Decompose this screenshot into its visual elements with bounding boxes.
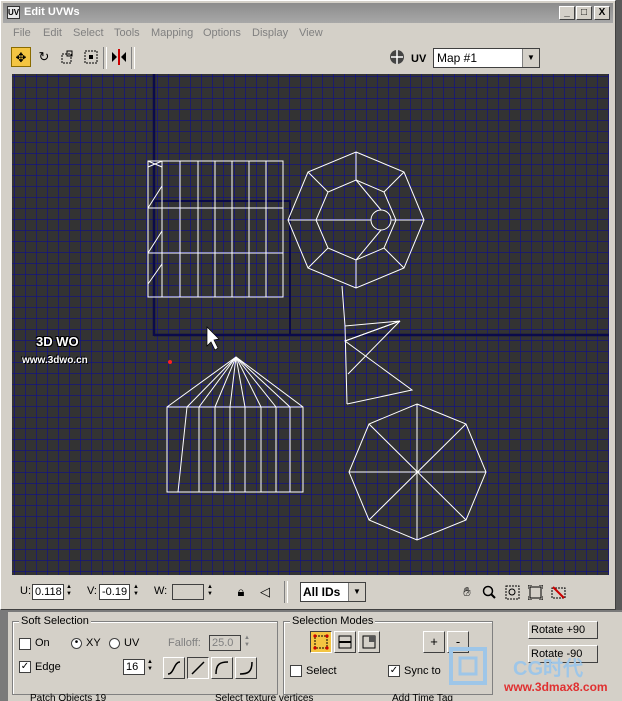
background-app-edge (616, 0, 622, 610)
chevron-down-icon[interactable]: ▼ (522, 49, 539, 67)
edge-mode-button[interactable] (334, 631, 356, 653)
vertex-mode-button[interactable] (310, 631, 332, 653)
cg-url-text: www.3dmax8.com (504, 680, 608, 694)
uv-label: UV (411, 53, 427, 65)
menu-mapping[interactable]: Mapping (151, 27, 193, 39)
falloff-linear-button[interactable] (187, 657, 209, 679)
rotate-icon[interactable]: ↻ (34, 47, 54, 67)
edge-distance-field[interactable]: 16 (123, 659, 145, 675)
id-filter-value: All IDs (303, 585, 341, 599)
u-label: U: (20, 585, 31, 597)
pivot-point (168, 360, 172, 364)
uv-shell-octagon-top[interactable] (287, 151, 425, 289)
map-select-value: Map #1 (437, 51, 478, 65)
freeform-icon[interactable] (81, 47, 101, 67)
edit-uvws-window: UV Edit UVWs _ □ X File Edit Select Tool… (0, 0, 616, 610)
w-label: W: (154, 585, 168, 597)
uv-editor-viewport[interactable]: 3D WO www.3dwo.cn (12, 74, 609, 575)
edge-checkbox[interactable]: ✓ (19, 661, 31, 673)
coordinate-bar: U: 0.118 ▲ ▼ V: -0.19 ▲ ▼ W: ▲ ▼ 🔒︎ ◁ All I… (12, 577, 609, 605)
falloff-slow-out-button[interactable] (211, 657, 233, 679)
soft-selection-on-label: On (35, 637, 50, 649)
sync-to-label: Sync to (404, 665, 441, 677)
uv-grid (12, 74, 609, 575)
uv-shell-octagon-bottom[interactable] (348, 403, 487, 541)
toolbar: ✥ ↻ UV Map #1 ▼ (3, 45, 613, 71)
chevron-down-icon[interactable]: ▼ (348, 583, 365, 601)
uv-radio-label: UV (124, 637, 140, 649)
move-icon[interactable]: ✥ (11, 47, 31, 67)
watermark-url: www.3dwo.cn (22, 355, 88, 366)
menu-options[interactable]: Options (203, 27, 241, 39)
xy-radio[interactable]: • (71, 638, 82, 649)
soft-selection-group: Soft Selection On • XY UV Falloff: 25.0 … (12, 615, 278, 695)
falloff-fast-out-button[interactable] (235, 657, 257, 679)
texture-checker-icon[interactable] (387, 47, 407, 67)
menu-file[interactable]: File (13, 27, 31, 39)
v-label: V: (87, 585, 97, 597)
uv-radio[interactable] (109, 638, 120, 649)
id-filter-dropdown[interactable]: All IDs ▼ (300, 582, 366, 602)
pan-icon[interactable]: ✋︎ (458, 583, 476, 601)
add-time-tag[interactable]: Add Time Tag (392, 693, 482, 701)
xy-label: XY (86, 637, 101, 649)
face-mode-button[interactable] (358, 631, 380, 653)
scale-icon[interactable] (58, 47, 78, 67)
v-field[interactable]: -0.19 (99, 584, 130, 600)
menu-edit[interactable]: Edit (43, 27, 62, 39)
toolbar-separator (131, 47, 135, 69)
soft-selection-title: Soft Selection (19, 615, 91, 627)
title-bar[interactable]: UV Edit UVWs _ □ X (3, 3, 613, 23)
lock-selection-icon[interactable]: 🔒︎ (232, 583, 250, 601)
app-icon: UV (7, 6, 20, 19)
filter-selected-icon[interactable] (549, 583, 567, 601)
minimize-button[interactable]: _ (559, 6, 575, 20)
watermark-title: 3D WO (36, 334, 79, 349)
status-left: Patch Objects 19 (30, 693, 107, 701)
w-field[interactable] (172, 584, 204, 600)
zoom-region-icon[interactable] (503, 583, 521, 601)
zoom-extents-icon[interactable] (526, 583, 544, 601)
rotate-plus-90-button[interactable]: Rotate +90 (528, 621, 598, 639)
falloff-field[interactable]: 25.0 (209, 635, 241, 651)
options-panel: Soft Selection On • XY UV Falloff: 25.0 … (8, 612, 622, 701)
select-element-label: Select (306, 665, 337, 677)
u-field[interactable]: 0.118 (32, 584, 64, 600)
status-prompt: Select texture vertices (215, 693, 314, 701)
cg-logo-icon (448, 646, 488, 686)
close-button[interactable]: X (594, 6, 610, 20)
zoom-icon[interactable] (480, 583, 498, 601)
soft-selection-on-checkbox[interactable] (19, 638, 31, 650)
selection-modes-title: Selection Modes (290, 615, 376, 627)
uv-canvas[interactable] (12, 74, 609, 575)
falloff-label: Falloff: (168, 637, 201, 649)
edge-distance-spinner[interactable]: ▲ ▼ (146, 659, 154, 675)
falloff-spinner[interactable]: ▲ ▼ (243, 635, 251, 651)
menu-tools[interactable]: Tools (114, 27, 140, 39)
grow-selection-button[interactable]: + (423, 631, 445, 653)
map-select-dropdown[interactable]: Map #1 ▼ (433, 48, 540, 68)
menu-view[interactable]: View (299, 27, 323, 39)
mirror-icon[interactable] (109, 47, 129, 67)
window-title: Edit UVWs (24, 6, 80, 18)
maximize-button[interactable]: □ (576, 6, 592, 20)
hide-icon[interactable]: ◁ (256, 583, 274, 601)
select-element-checkbox[interactable] (290, 665, 302, 677)
bar-separator (284, 581, 288, 603)
cg-logo-text: CG时代 (513, 658, 583, 680)
menu-bar: File Edit Select Tools Mapping Options D… (3, 25, 613, 43)
edge-label: Edge (35, 661, 61, 673)
toolbar-separator (103, 47, 107, 69)
sync-to-checkbox[interactable]: ✓ (388, 665, 400, 677)
menu-display[interactable]: Display (252, 27, 288, 39)
u-spinner[interactable]: ▲ ▼ (65, 584, 73, 600)
v-spinner[interactable]: ▲ ▼ (132, 584, 140, 600)
w-spinner[interactable]: ▲ ▼ (206, 584, 214, 600)
menu-select[interactable]: Select (73, 27, 104, 39)
falloff-smooth-button[interactable] (163, 657, 185, 679)
